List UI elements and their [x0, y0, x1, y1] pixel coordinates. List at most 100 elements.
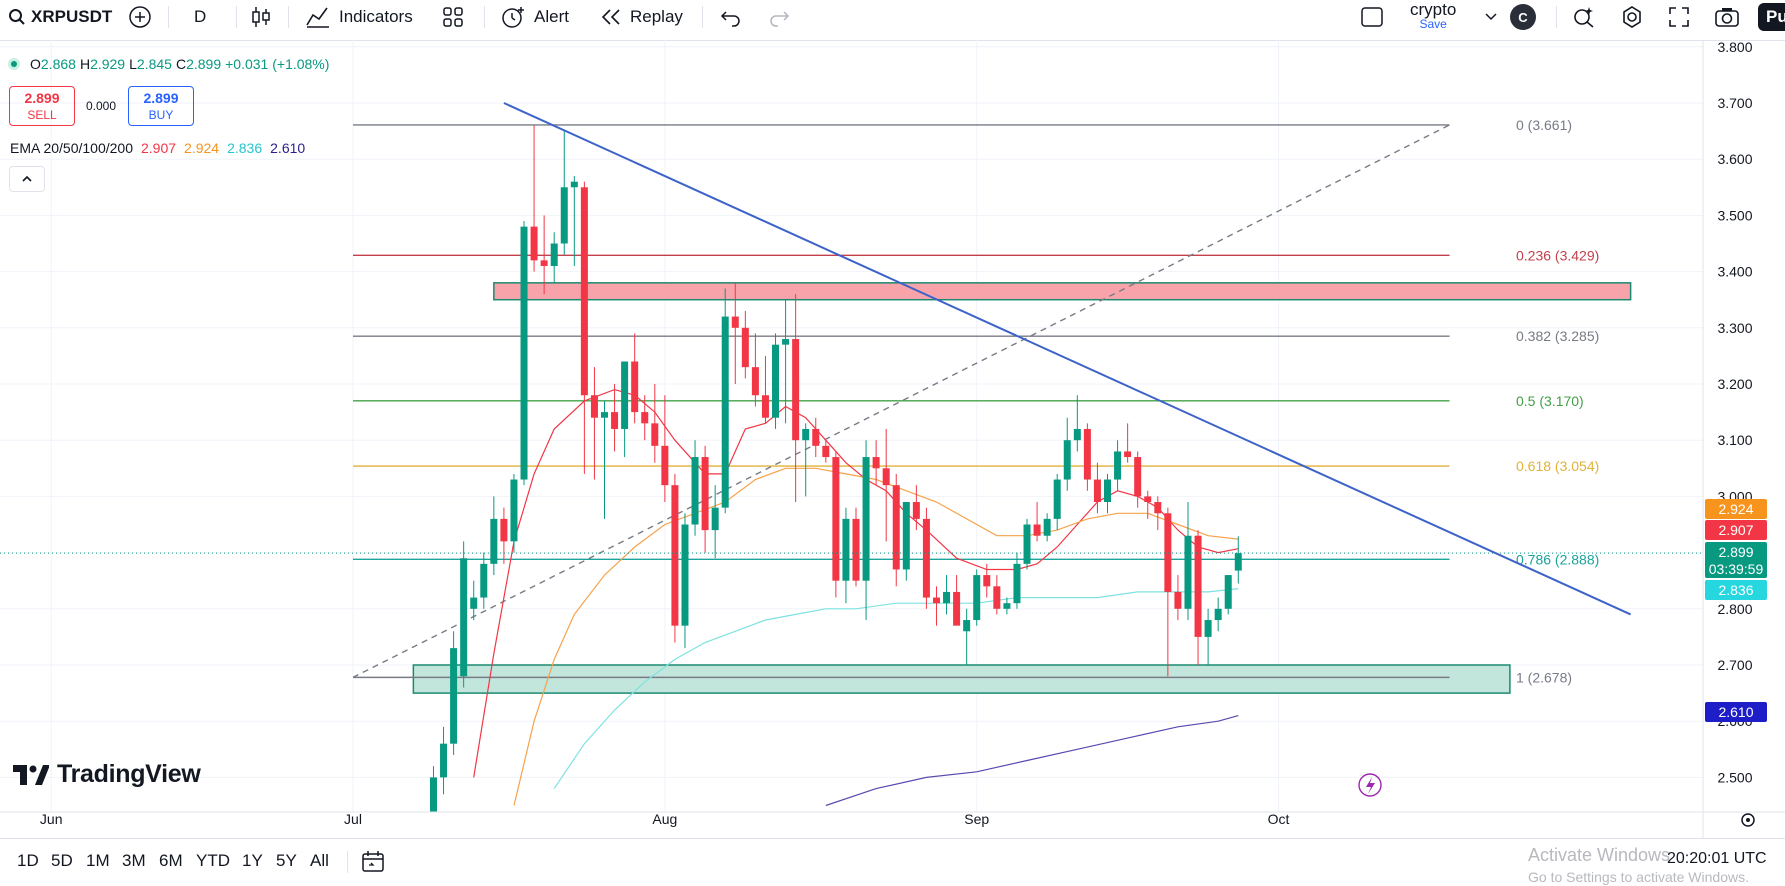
- candle: [1043, 513, 1051, 542]
- divider: [1556, 6, 1557, 28]
- ema-legend[interactable]: EMA 20/50/100/200 2.907 2.924 2.836 2.61…: [10, 140, 305, 156]
- high-label: H: [79, 56, 91, 72]
- close-label: C: [175, 56, 187, 72]
- candle-body: [1194, 535, 1202, 637]
- y-tick-label: 2.500: [1717, 769, 1752, 785]
- fullscreen-icon: [1669, 7, 1689, 27]
- quick-search-button[interactable]: [1572, 0, 1596, 34]
- candle-body: [641, 412, 649, 424]
- price-label: 2.924: [1718, 501, 1753, 517]
- layout-menu-button[interactable]: [1484, 0, 1498, 34]
- status-dot: [8, 58, 20, 70]
- candle: [1023, 518, 1031, 570]
- candle: [761, 355, 769, 424]
- candle: [1053, 473, 1061, 531]
- chevron-up-icon: [22, 175, 32, 182]
- candle: [751, 333, 759, 407]
- candle-body: [1083, 428, 1091, 480]
- range-1y[interactable]: 1Y: [242, 851, 263, 871]
- avatar-letter: C: [1518, 9, 1528, 25]
- range-5y[interactable]: 5Y: [276, 851, 297, 871]
- top-toolbar: XRPUSDT D Indicators Alert Replay crypto…: [0, 0, 1785, 41]
- chevron-down-icon: [1485, 13, 1497, 21]
- divider: [702, 6, 703, 28]
- symbol-search[interactable]: XRPUSDT: [8, 0, 112, 34]
- brand-name: TradingView: [57, 760, 201, 788]
- layout-name: crypto: [1410, 0, 1457, 19]
- chart-type-button[interactable]: [250, 0, 272, 34]
- search-sparkle-icon: [1574, 7, 1594, 28]
- snapshot-button[interactable]: [1714, 0, 1740, 34]
- ema50-value: 2.924: [184, 140, 220, 156]
- countdown-label: 03:39:59: [1709, 561, 1764, 577]
- candle-body: [1214, 608, 1222, 621]
- plus-circle-icon: [129, 6, 151, 28]
- fullscreen-button[interactable]: [1668, 0, 1690, 34]
- activate-windows-subtitle: Go to Settings to activate Windows.: [1528, 869, 1749, 885]
- sell-button[interactable]: 2.899 SELL: [9, 86, 75, 126]
- candle-body: [500, 518, 508, 542]
- price-chart[interactable]: 0 (3.661) 0.236 (3.429) 0.382 (3.285) 0.5 (…: [0, 40, 1785, 838]
- range-ytd[interactable]: YTD: [196, 851, 230, 871]
- range-1d[interactable]: 1D: [17, 851, 39, 871]
- undo-button[interactable]: [720, 0, 742, 34]
- compare-button[interactable]: [128, 0, 152, 34]
- range-1m[interactable]: 1M: [86, 851, 110, 871]
- candle-body: [872, 457, 880, 469]
- y-tick-label: 3.300: [1717, 320, 1752, 336]
- collapse-legend-button[interactable]: [9, 166, 45, 192]
- candle-body: [892, 485, 900, 570]
- x-tick-label: Sep: [964, 811, 989, 827]
- fib-level-label: 0.5 (3.170): [1516, 393, 1584, 409]
- candle-body: [731, 316, 739, 328]
- interval-button[interactable]: D: [194, 0, 206, 34]
- redo-button[interactable]: [768, 0, 790, 34]
- candle: [922, 507, 930, 609]
- candle-body: [1234, 553, 1242, 571]
- candle: [741, 310, 749, 379]
- publish-button[interactable]: Pu: [1758, 3, 1785, 31]
- layout-button[interactable]: [1360, 0, 1384, 34]
- candle-body: [1063, 440, 1071, 480]
- buy-price: 2.899: [143, 90, 179, 106]
- indicators-button[interactable]: Indicators: [305, 0, 413, 34]
- alert-button[interactable]: Alert: [500, 0, 569, 34]
- sell-price: 2.899: [24, 90, 60, 106]
- layout-name-button[interactable]: crypto Save: [1410, 0, 1456, 34]
- templates-button[interactable]: [442, 0, 464, 34]
- candle-body: [440, 743, 448, 778]
- candle-body: [550, 243, 558, 266]
- range-3m[interactable]: 3M: [122, 851, 146, 871]
- fib-level-label: 0 (3.661): [1516, 117, 1572, 133]
- candle-body: [822, 445, 830, 458]
- range-5d[interactable]: 5D: [51, 851, 73, 871]
- candle-body: [470, 597, 478, 609]
- candle-body: [651, 423, 659, 446]
- candle: [1114, 440, 1122, 491]
- candle-body: [1174, 591, 1182, 609]
- candle-body: [701, 457, 709, 531]
- candle: [1063, 417, 1071, 491]
- fib-level-label: 1 (2.678): [1516, 669, 1572, 685]
- candle-body: [751, 367, 759, 396]
- buy-button[interactable]: 2.899 BUY: [128, 86, 194, 126]
- tradingview-logo-icon: [13, 764, 49, 785]
- fib-level-label: 0.618 (3.054): [1516, 458, 1599, 474]
- candle-body: [510, 479, 518, 542]
- ohlc-legend: O2.868 H2.929 L2.845 C2.899 +0.031 (+1.0…: [8, 56, 329, 72]
- candle-body: [520, 226, 528, 480]
- replay-button[interactable]: Replay: [600, 0, 683, 34]
- goto-date-icon[interactable]: [360, 850, 386, 874]
- candle-body: [862, 457, 870, 581]
- avatar: C: [1510, 4, 1536, 30]
- axis-settings-icon: [1741, 813, 1755, 827]
- candle: [701, 445, 709, 553]
- candle-body: [580, 187, 588, 396]
- tradingview-logo[interactable]: TradingView: [13, 760, 201, 789]
- user-avatar[interactable]: C: [1510, 0, 1536, 34]
- settings-button[interactable]: [1620, 0, 1644, 34]
- range-6m[interactable]: 6M: [159, 851, 183, 871]
- candle-body: [429, 777, 437, 812]
- range-all[interactable]: All: [310, 851, 329, 871]
- candle-body: [1073, 428, 1081, 441]
